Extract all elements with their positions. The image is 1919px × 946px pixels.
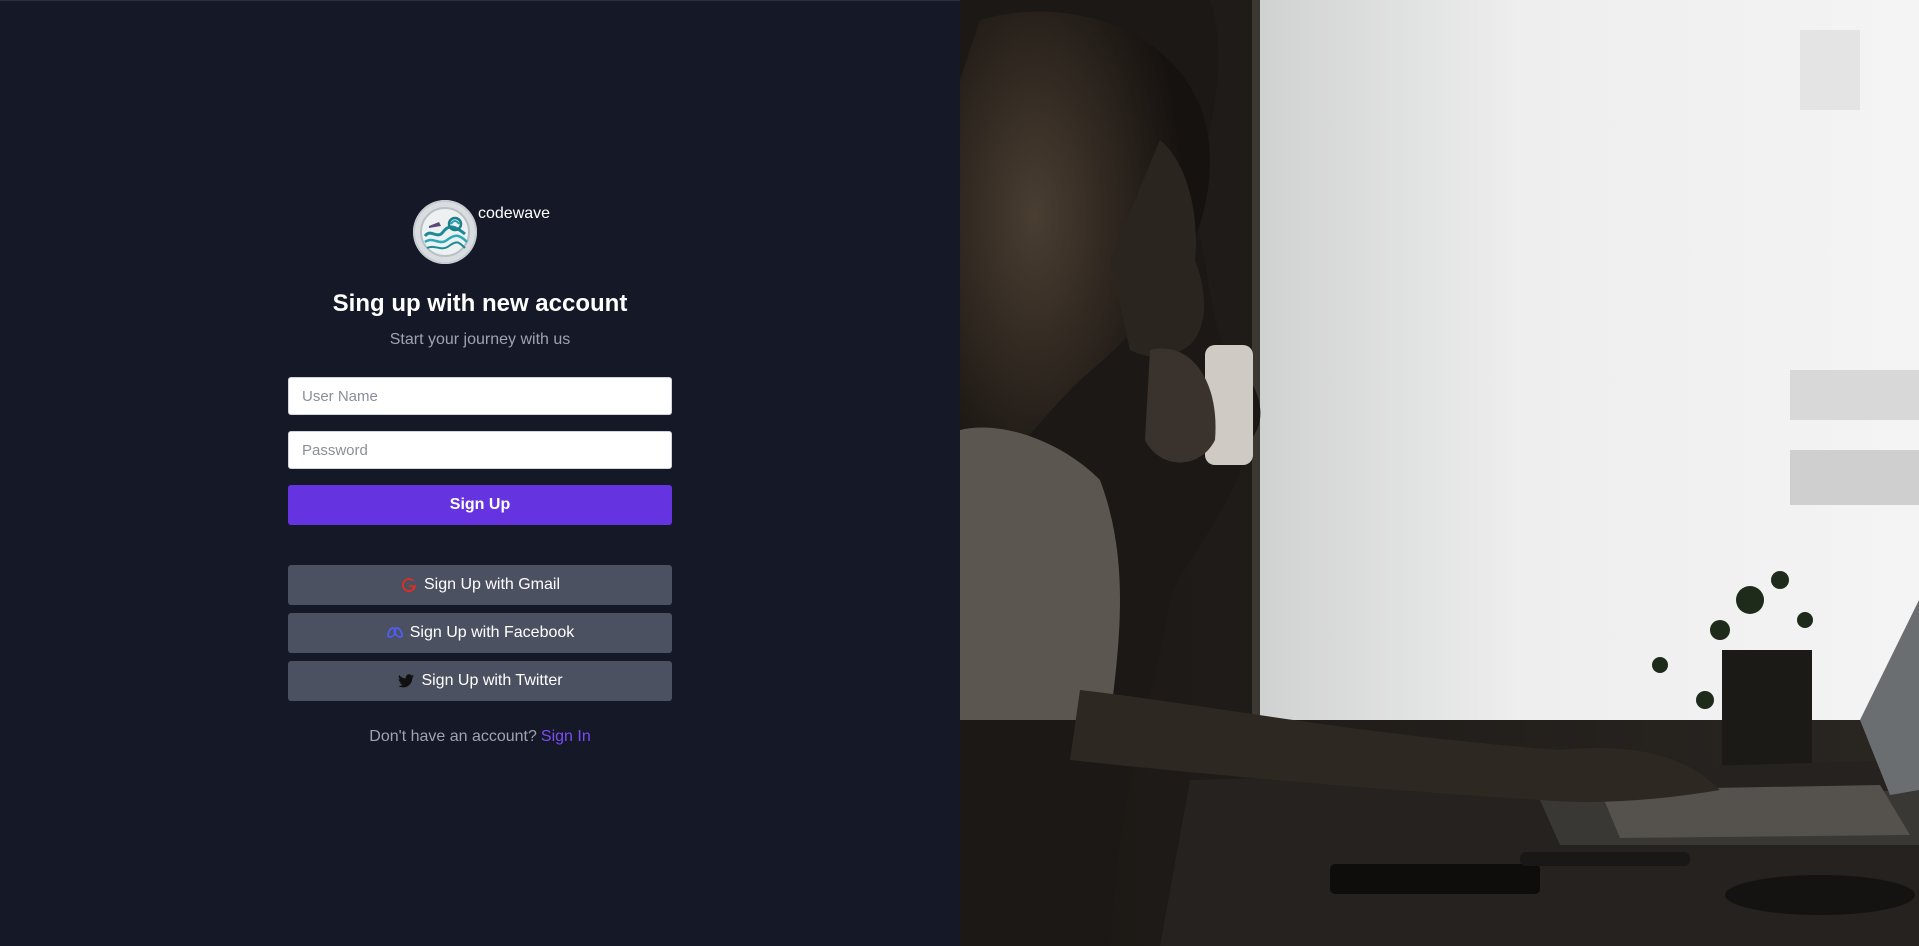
sign-in-link[interactable]: Sign In xyxy=(541,728,591,745)
facebook-icon xyxy=(386,624,404,642)
sign-up-facebook-label: Sign Up with Facebook xyxy=(409,624,575,641)
codewave-logo-icon xyxy=(413,200,477,264)
sign-up-twitter-label: Sign Up with Twitter xyxy=(421,672,563,689)
sign-up-button[interactable]: Sign Up xyxy=(288,485,672,525)
sign-up-facebook-button[interactable]: Sign Up with Facebook xyxy=(288,613,672,653)
signup-page: codewave Sing up with new account Start … xyxy=(0,0,1919,946)
woman-with-laptop-photo xyxy=(960,0,1919,946)
password-input[interactable] xyxy=(288,431,672,469)
hero-photo xyxy=(960,0,1919,946)
twitter-icon xyxy=(397,672,415,690)
sign-up-gmail-label: Sign Up with Gmail xyxy=(423,576,561,593)
brand: codewave xyxy=(413,200,550,264)
signup-panel: codewave Sing up with new account Start … xyxy=(0,0,960,946)
page-subtitle: Start your journey with us xyxy=(389,331,571,348)
brand-name: codewave xyxy=(478,205,551,222)
google-icon xyxy=(400,576,418,594)
sign-in-prompt-text: Don't have an account? xyxy=(369,728,537,745)
sign-in-prompt: Don't have an account? Sign In xyxy=(0,728,960,746)
sign-up-twitter-button[interactable]: Sign Up with Twitter xyxy=(288,661,672,701)
sign-up-gmail-button[interactable]: Sign Up with Gmail xyxy=(288,565,672,605)
username-input[interactable] xyxy=(288,377,672,415)
page-title: Sing up with new account xyxy=(332,290,628,317)
